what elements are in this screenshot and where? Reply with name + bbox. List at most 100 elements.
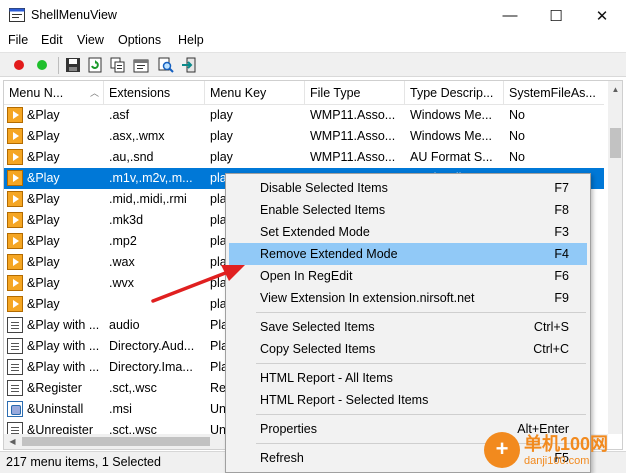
table-cell: &Play with ...: [27, 360, 100, 374]
context-item-html-report-all-items[interactable]: HTML Report - All Items: [229, 367, 587, 389]
find-icon: [158, 57, 174, 73]
menu-file[interactable]: File: [8, 33, 28, 47]
play-icon: [7, 254, 23, 270]
copy-icon: [110, 57, 125, 73]
table-cell: &Play: [27, 297, 60, 311]
context-item-open-in-regedit[interactable]: Open In RegEdit F6: [229, 265, 587, 287]
table-cell: No: [509, 150, 525, 164]
sort-indicator-icon: ︿: [89, 88, 99, 98]
copy-button[interactable]: [109, 56, 127, 74]
table-cell: &Play: [27, 213, 60, 227]
play-icon: [7, 233, 23, 249]
maximize-button[interactable]: ☐: [533, 0, 579, 31]
table-cell: &Play with ...: [27, 339, 100, 353]
context-item-label: Set Extended Mode: [260, 225, 370, 239]
properties-button[interactable]: [132, 56, 150, 74]
context-item-save-selected-items[interactable]: Save Selected Items Ctrl+S: [229, 316, 587, 338]
column-header-type-description[interactable]: Type Descrip...: [405, 81, 504, 105]
disable-button[interactable]: [10, 56, 28, 74]
context-item-label: Properties: [260, 422, 317, 436]
column-header-menu-name[interactable]: Menu N... ︿: [4, 81, 104, 105]
table-cell: .wvx: [109, 276, 134, 290]
watermark-text: 单机100网: [524, 434, 609, 454]
watermark-badge-icon: +: [484, 432, 520, 468]
table-cell: play: [210, 150, 233, 164]
context-item-html-report-selected-items[interactable]: HTML Report - Selected Items: [229, 389, 587, 411]
table-cell: WMP11.Asso...: [310, 150, 396, 164]
context-item-shortcut: F9: [554, 291, 569, 305]
menu-separator: [256, 312, 586, 313]
save-button[interactable]: [64, 56, 82, 74]
context-item-shortcut: F4: [554, 247, 569, 261]
table-cell: No: [509, 129, 525, 143]
context-item-label: Refresh: [260, 451, 304, 465]
table-cell: .mp2: [109, 234, 137, 248]
table-cell: .m1v,.m2v,.m...: [109, 171, 193, 185]
menu-separator: [256, 363, 586, 364]
exit-button[interactable]: [180, 56, 198, 74]
table-row[interactable]: &Play .asf play WMP11.Asso... Windows Me... N…: [4, 105, 604, 126]
context-item-label: HTML Report - Selected Items: [260, 393, 429, 407]
context-item-enable-selected-items[interactable]: Enable Selected Items F8: [229, 199, 587, 221]
minimize-button[interactable]: —: [487, 0, 533, 31]
menu-view[interactable]: View: [77, 33, 104, 47]
table-cell: play: [210, 129, 233, 143]
table-cell: .asx,.wmx: [109, 129, 165, 143]
doc-icon: [7, 380, 23, 396]
table-cell: &Play: [27, 171, 60, 185]
table-cell: &Play: [27, 192, 60, 206]
horizontal-scroll-thumb[interactable]: [22, 437, 210, 446]
exit-icon: [182, 57, 196, 73]
play-icon: [7, 275, 23, 291]
context-item-disable-selected-items[interactable]: Disable Selected Items F7: [229, 177, 587, 199]
context-item-copy-selected-items[interactable]: Copy Selected Items Ctrl+C: [229, 338, 587, 360]
table-cell: No: [509, 108, 525, 122]
refresh-icon: [88, 57, 102, 73]
table-row[interactable]: &Play .asx,.wmx play WMP11.Asso... Windows M…: [4, 126, 604, 147]
table-cell: play: [210, 108, 233, 122]
find-button[interactable]: [157, 56, 175, 74]
table-cell: &Play: [27, 234, 60, 248]
context-item-view-extension-in-extension-nirsoft-net[interactable]: View Extension In extension.nirsoft.net F…: [229, 287, 587, 309]
table-cell: &Play: [27, 108, 60, 122]
menu-edit[interactable]: Edit: [41, 33, 63, 47]
table-row[interactable]: &Play .au,.snd play WMP11.Asso... AU Format …: [4, 147, 604, 168]
play-icon: [7, 128, 23, 144]
column-header-extensions[interactable]: Extensions: [104, 81, 205, 105]
net-icon: [7, 401, 23, 417]
table-cell: Windows Me...: [410, 108, 492, 122]
menu-help[interactable]: Help: [178, 33, 204, 47]
context-item-shortcut: F3: [554, 225, 569, 239]
doc-icon: [7, 338, 23, 354]
play-icon: [7, 170, 23, 186]
table-cell: .mk3d: [109, 213, 144, 227]
column-header-file-type[interactable]: File Type: [305, 81, 405, 105]
table-cell: .sct,.wsc: [109, 381, 157, 395]
context-item-set-extended-mode[interactable]: Set Extended Mode F3: [229, 221, 587, 243]
context-item-shortcut: F7: [554, 181, 569, 195]
save-icon: [66, 58, 80, 72]
close-button[interactable]: ✕: [579, 0, 625, 31]
context-item-label: Disable Selected Items: [260, 181, 388, 195]
vertical-scroll-thumb[interactable]: [610, 128, 621, 158]
context-item-label: Open In RegEdit: [260, 269, 353, 283]
scroll-up-icon[interactable]: ▲: [608, 81, 622, 98]
context-item-label: HTML Report - All Items: [260, 371, 393, 385]
context-item-shortcut: Ctrl+C: [533, 342, 569, 356]
play-icon: [7, 212, 23, 228]
close-icon: ✕: [595, 7, 609, 25]
toolbar-separator: [58, 57, 59, 74]
menu-options[interactable]: Options: [118, 33, 161, 47]
scroll-left-icon[interactable]: ◀: [4, 434, 21, 449]
context-item-remove-extended-mode[interactable]: Remove Extended Mode F4: [229, 243, 587, 265]
table-cell: &Play: [27, 129, 60, 143]
column-header-system-file-association[interactable]: SystemFileAs...: [504, 81, 604, 105]
column-header-menu-key[interactable]: Menu Key: [205, 81, 305, 105]
table-cell: .mid,.midi,.rmi: [109, 192, 187, 206]
red-dot-icon: [14, 60, 24, 70]
table-cell: .asf: [109, 108, 130, 122]
context-item-label: View Extension In extension.nirsoft.net: [260, 291, 475, 305]
vertical-scrollbar[interactable]: ▲: [608, 81, 622, 434]
enable-button[interactable]: [33, 56, 51, 74]
refresh-button[interactable]: [86, 56, 104, 74]
